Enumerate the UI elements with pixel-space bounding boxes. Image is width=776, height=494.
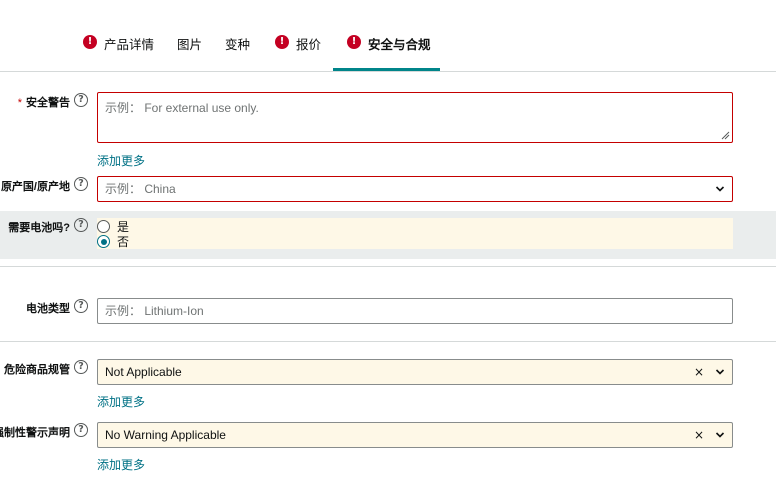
batteries-required-options — [97, 218, 733, 249]
chevron-down-icon — [715, 186, 725, 192]
radio-label: 否 — [117, 235, 130, 249]
clear-icon[interactable]: × — [694, 423, 704, 447]
dangerous-goods-label: 危险商品规管 — [4, 364, 70, 376]
safety-warning-textarea[interactable]: 示例： For external use only. — [97, 92, 733, 143]
tab-variations[interactable]: 变种 — [225, 34, 250, 72]
required-mark: * — [17, 97, 22, 109]
battery-type-input[interactable]: 示例： Lithium-Ion — [97, 298, 733, 324]
chevron-down-icon[interactable] — [715, 367, 725, 377]
help-icon[interactable]: ? — [74, 360, 88, 374]
radio-button[interactable] — [97, 220, 110, 233]
tab-label: 报价 — [296, 38, 322, 52]
help-icon[interactable]: ? — [74, 299, 88, 313]
error-icon: ! — [83, 35, 97, 49]
help-icon[interactable]: ? — [74, 177, 88, 191]
safety-warning-label-text: 安全警告 — [26, 97, 70, 109]
help-icon[interactable]: ? — [74, 423, 88, 437]
error-icon: ! — [347, 35, 361, 49]
active-tab-indicator — [333, 68, 440, 71]
country-of-origin-select[interactable]: 示例： China — [97, 176, 733, 202]
selected-value: Not Applicable — [105, 365, 182, 379]
resize-handle-icon[interactable] — [721, 131, 730, 140]
warning-statement-label: 强制性警示声明 — [0, 427, 70, 439]
tab-label: 图片 — [177, 38, 203, 52]
placeholder: 示例： Lithium-Ion — [105, 304, 204, 318]
radio-option-no[interactable]: 否 — [97, 233, 129, 250]
section-divider — [0, 266, 776, 267]
add-more-link[interactable]: 添加更多 — [97, 393, 145, 410]
radio-button-selected[interactable] — [97, 235, 110, 248]
tab-label: 变种 — [225, 38, 251, 52]
clear-icon[interactable]: × — [694, 360, 704, 384]
country-of-origin-label: 原产国/原产地 — [0, 181, 70, 193]
tab-bar: ! 产品详情 图片 变种 ! 报价 ! 安全与合规 — [0, 0, 776, 72]
placeholder: 示例： China — [105, 182, 176, 196]
help-icon[interactable]: ? — [74, 93, 88, 107]
dangerous-goods-select[interactable]: Not Applicable × — [97, 359, 733, 385]
safety-warning-label: * 安全警告 — [18, 94, 70, 110]
tab-images[interactable]: 图片 — [177, 34, 202, 72]
section-divider — [0, 341, 776, 342]
add-more-link[interactable]: 添加更多 — [97, 456, 145, 473]
tab-label: 产品详情 — [104, 38, 155, 52]
add-more-link[interactable]: 添加更多 — [97, 152, 145, 169]
tab-offer[interactable]: ! 报价 — [275, 34, 321, 72]
battery-type-label: 电池类型 — [26, 303, 70, 315]
chevron-down-icon[interactable] — [715, 430, 725, 440]
help-icon[interactable]: ? — [74, 218, 88, 232]
tab-label: 安全与合规 — [368, 38, 431, 52]
selected-value: No Warning Applicable — [105, 428, 226, 442]
tab-safety-compliance[interactable]: ! 安全与合规 — [347, 34, 431, 72]
tab-product-details[interactable]: ! 产品详情 — [83, 34, 154, 72]
warning-statement-select[interactable]: No Warning Applicable × — [97, 422, 733, 448]
error-icon: ! — [275, 35, 289, 49]
batteries-required-label: 需要电池吗? — [8, 222, 70, 234]
placeholder: 示例： For external use only. — [105, 101, 259, 115]
